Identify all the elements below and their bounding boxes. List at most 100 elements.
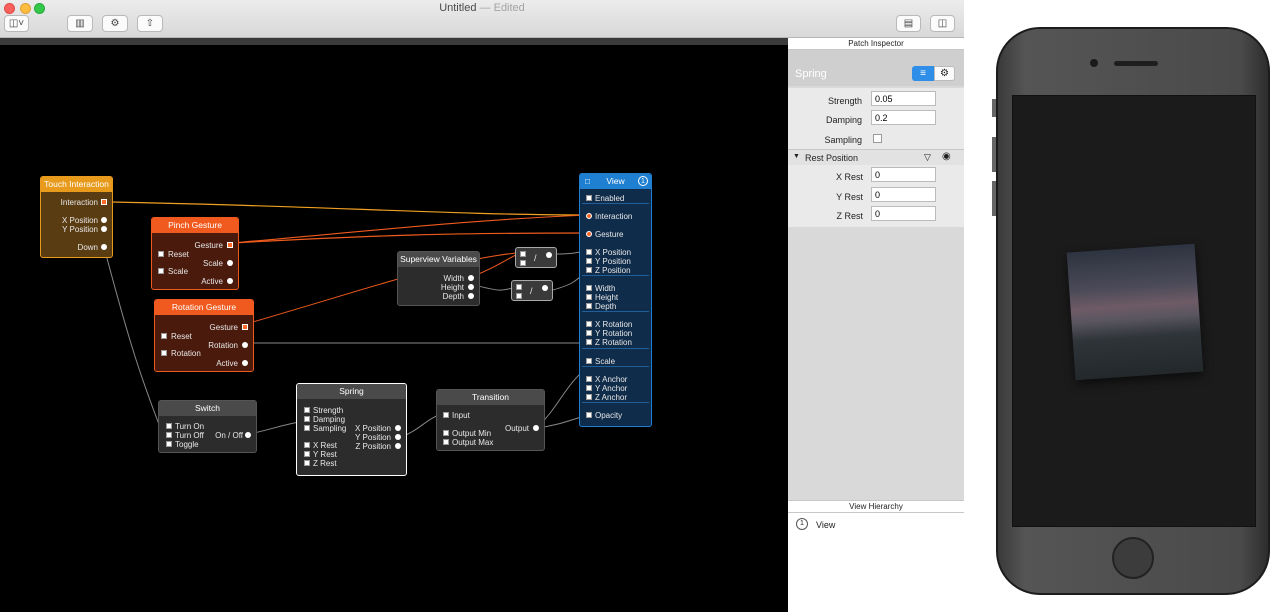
sampling-checkbox[interactable] <box>873 134 882 143</box>
library-icon: ▥ <box>75 18 85 29</box>
input-port[interactable] <box>586 358 592 364</box>
output-port[interactable] <box>395 443 401 449</box>
filter-icon[interactable]: ▽ <box>924 152 931 163</box>
input-port[interactable] <box>304 425 310 431</box>
touch-interaction-patch[interactable]: Touch Interaction Interaction X Position… <box>40 176 113 258</box>
output-port[interactable] <box>101 226 107 232</box>
output-port[interactable] <box>227 278 233 284</box>
inspector-toggle-button[interactable]: ◫ <box>930 15 955 32</box>
patch-title: Rotation Gesture <box>155 300 253 315</box>
rotation-gesture-patch[interactable]: Rotation Gesture Reset Rotation Gesture … <box>154 299 254 372</box>
switch-patch[interactable]: Switch Turn On Turn Off Toggle On / Off <box>158 400 257 453</box>
home-button[interactable] <box>1112 537 1154 579</box>
sidebar-toggle-button[interactable]: ◫˅ <box>4 15 29 32</box>
rest-position-group[interactable]: ▼ Rest Position ▽ ◉ <box>788 149 964 165</box>
output-port[interactable] <box>395 425 401 431</box>
output-port[interactable] <box>546 252 552 258</box>
input-port[interactable] <box>586 321 592 327</box>
input-label: Interaction <box>595 212 633 221</box>
input-port[interactable] <box>161 350 167 356</box>
input-port[interactable] <box>586 394 592 400</box>
x-rest-field[interactable] <box>871 167 936 182</box>
output-port[interactable] <box>242 342 248 348</box>
output-port[interactable] <box>468 275 474 281</box>
input-port[interactable] <box>586 294 592 300</box>
strength-field[interactable] <box>871 91 936 106</box>
viewer-toggle-button[interactable]: ▤ <box>896 15 921 32</box>
patch-title: □ View 1 <box>580 174 651 189</box>
output-port[interactable] <box>242 324 248 330</box>
patch-canvas[interactable]: Touch Interaction Interaction X Position… <box>0 45 788 612</box>
input-port[interactable] <box>586 339 592 345</box>
input-port[interactable] <box>161 333 167 339</box>
input-port[interactable] <box>304 442 310 448</box>
spring-patch[interactable]: Spring Strength Damping Sampling X Rest … <box>296 383 407 476</box>
output-label: X Position <box>354 424 391 433</box>
device-screen[interactable] <box>1012 95 1256 527</box>
input-port[interactable] <box>443 439 449 445</box>
input-port[interactable] <box>443 430 449 436</box>
output-port[interactable] <box>101 199 107 205</box>
volume-down-button <box>992 181 996 216</box>
input-port[interactable] <box>586 249 592 255</box>
input-port[interactable] <box>586 285 592 291</box>
output-port[interactable] <box>533 425 539 431</box>
input-port[interactable] <box>158 268 164 274</box>
parameters-tab[interactable]: ≡ <box>912 66 934 81</box>
input-port[interactable] <box>586 385 592 391</box>
output-port[interactable] <box>242 360 248 366</box>
input-port[interactable] <box>158 251 164 257</box>
input-label: X Rotation <box>595 320 633 329</box>
input-port[interactable] <box>520 251 526 257</box>
superview-variables-patch[interactable]: Superview Variables Width Height Depth <box>397 251 480 306</box>
eye-icon[interactable]: ◉ <box>942 151 951 162</box>
share-button[interactable]: ⇧ <box>137 15 163 32</box>
output-port[interactable] <box>227 260 233 266</box>
input-port[interactable] <box>586 267 592 273</box>
library-button[interactable]: ▥ <box>67 15 93 32</box>
z-rest-field[interactable] <box>871 206 936 221</box>
output-port[interactable] <box>542 285 548 291</box>
divide-patch[interactable]: / <box>515 247 557 268</box>
input-port[interactable] <box>166 432 172 438</box>
input-port[interactable] <box>516 293 522 299</box>
output-port[interactable] <box>395 434 401 440</box>
input-port[interactable] <box>304 460 310 466</box>
input-port[interactable] <box>586 258 592 264</box>
output-port[interactable] <box>227 242 233 248</box>
input-label: Scale <box>168 267 189 276</box>
input-port[interactable] <box>443 412 449 418</box>
input-port[interactable] <box>166 441 172 447</box>
field-label: Z Rest <box>836 211 863 221</box>
output-port[interactable] <box>245 432 251 438</box>
output-port[interactable] <box>101 217 107 223</box>
input-port[interactable] <box>520 260 526 266</box>
input-port[interactable] <box>304 407 310 413</box>
settings-button[interactable]: ⚙ <box>102 15 128 32</box>
pinch-gesture-patch[interactable]: Pinch Gesture Reset Scale Gesture Scale … <box>151 217 239 290</box>
divide-patch[interactable]: / <box>511 280 553 301</box>
settings-tab[interactable]: ⚙ <box>934 66 955 81</box>
output-port[interactable] <box>101 244 107 250</box>
disclosure-triangle-icon[interactable]: ▼ <box>793 153 800 160</box>
output-port[interactable] <box>468 284 474 290</box>
input-port[interactable] <box>586 303 592 309</box>
view-patch[interactable]: □ View 1 Enabled Interaction Gesture X Posi… <box>579 173 652 427</box>
input-label: Reset <box>171 332 192 341</box>
input-port[interactable] <box>304 451 310 457</box>
damping-field[interactable] <box>871 110 936 125</box>
input-port[interactable] <box>586 412 592 418</box>
photo-layer[interactable] <box>1066 243 1204 381</box>
y-rest-field[interactable] <box>871 187 936 202</box>
input-port[interactable] <box>586 330 592 336</box>
output-port[interactable] <box>468 293 474 299</box>
input-label: Z Position <box>595 266 631 275</box>
input-port[interactable] <box>586 231 592 237</box>
input-port[interactable] <box>586 195 592 201</box>
input-port[interactable] <box>516 284 522 290</box>
input-port[interactable] <box>304 416 310 422</box>
input-port[interactable] <box>586 376 592 382</box>
input-port[interactable] <box>586 213 592 219</box>
transition-patch[interactable]: Transition Input Output Min Output Max O… <box>436 389 545 451</box>
input-port[interactable] <box>166 423 172 429</box>
